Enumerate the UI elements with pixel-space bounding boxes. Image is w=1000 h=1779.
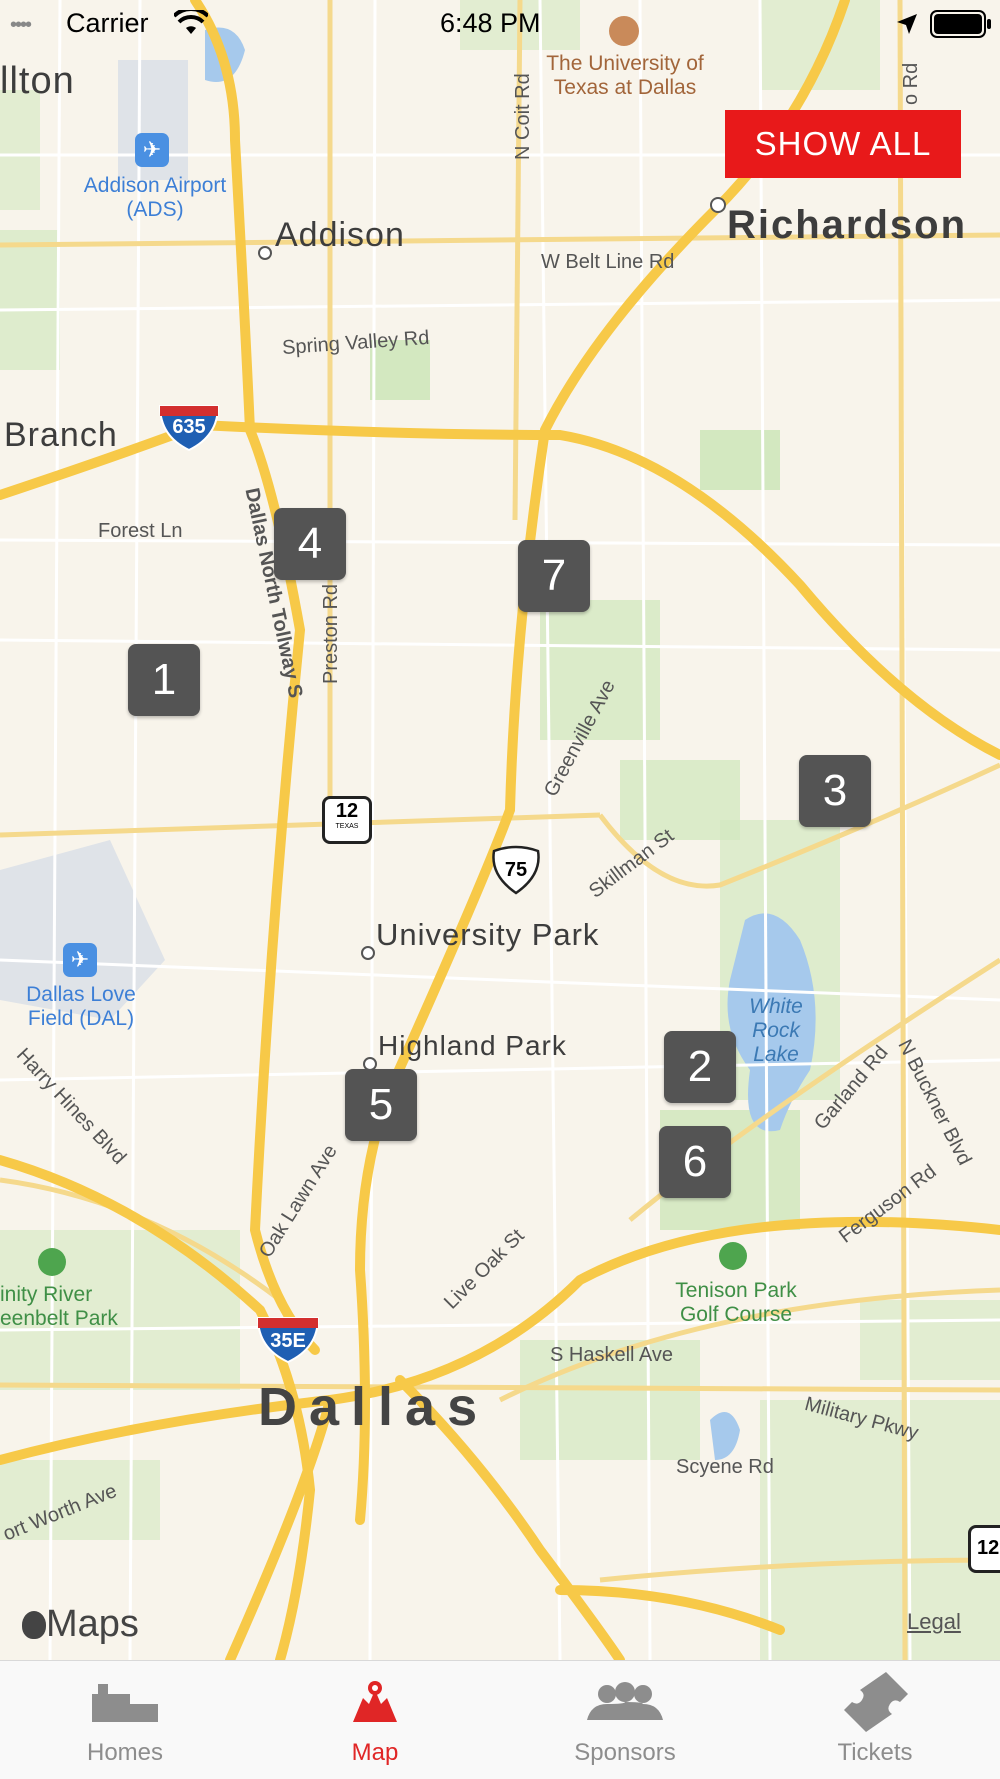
homes-icon (25, 1673, 225, 1731)
golf-icon (719, 1242, 747, 1275)
map-marker-3[interactable]: 3 (799, 755, 871, 827)
airport-icon: ✈ (63, 943, 97, 977)
tab-sponsors[interactable]: Sponsors (525, 1661, 725, 1779)
map-marker-4[interactable]: 4 (274, 508, 346, 580)
tx12-shield-icon: 12 TEXAS (322, 796, 372, 844)
tx12-edge-shield-icon: 12 (968, 1525, 1000, 1573)
street-forest-ln: Forest Ln (98, 520, 183, 542)
clock-label: 6:48 PM (440, 8, 541, 38)
sponsors-icon (525, 1673, 725, 1731)
tab-homes-label: Homes (86, 1739, 164, 1766)
poi-utd: The University of Texas at Dallas (546, 52, 704, 99)
street-preston: Preston Rd (320, 583, 342, 684)
wifi-icon (174, 10, 208, 34)
tickets-icon (775, 1672, 975, 1732)
city-label-addison: Addison (275, 216, 405, 254)
location-arrow-icon (897, 14, 917, 34)
map-marker-6[interactable]: 6 (659, 1126, 731, 1198)
tab-tickets[interactable]: Tickets (775, 1661, 975, 1779)
poi-white-rock-lake: White Rock Lake (749, 995, 803, 1066)
city-label-university-park: University Park (376, 917, 600, 952)
addison-dot-icon (258, 246, 272, 265)
tab-homes[interactable]: Homes (25, 1661, 225, 1779)
street-top-right: o Rd (900, 62, 922, 105)
map-view[interactable]: •••• Carrier 6:48 PM llton Addison Richa… (0, 0, 1000, 1660)
city-label-dallas: Dallas (258, 1377, 490, 1437)
poi-tenison: Tenison Park Golf Course (675, 1279, 797, 1326)
maps-attribution: Maps (22, 1603, 139, 1646)
tx12-edge-label: 12 (977, 1537, 1000, 1559)
university-park-dot-icon (361, 946, 375, 965)
map-marker-7[interactable]: 7 (518, 540, 590, 612)
legal-link[interactable]: Legal (907, 1609, 961, 1635)
poi-addison-airport: Addison Airport (ADS) (83, 174, 227, 221)
tx12-sub-label: TEXAS (335, 823, 359, 830)
richardson-dot-icon (710, 197, 726, 218)
us75-shield-icon: 75 (490, 845, 542, 900)
map-marker-5[interactable]: 5 (345, 1069, 417, 1141)
show-all-button[interactable]: SHOW ALL (725, 110, 961, 178)
tx12-label: 12 (335, 800, 359, 822)
tab-sponsors-label: Sponsors (574, 1739, 676, 1766)
maps-logo-text: Maps (46, 1603, 139, 1645)
tab-tickets-label: Tickets (837, 1739, 913, 1766)
i35e-label: 35E (270, 1330, 306, 1352)
street-w-belt-line: W Belt Line Rd (541, 251, 675, 273)
map-pin-icon (275, 1673, 475, 1731)
city-label-farmers-branch: Branch (4, 416, 118, 454)
poi-love-field: Dallas Love Field (DAL) (26, 983, 136, 1030)
us75-label: 75 (504, 859, 528, 881)
apple-logo-icon (22, 1611, 46, 1639)
tab-map[interactable]: Map (275, 1661, 475, 1779)
signal-dots-icon: •••• (10, 14, 32, 36)
street-scyene: Scyene Rd (676, 1456, 774, 1478)
tab-bar: Homes Map Sponsors Tickets (0, 1660, 1000, 1779)
park-icon (38, 1248, 66, 1281)
carrier-label: Carrier (66, 8, 149, 38)
battery-icon (930, 10, 991, 38)
map-marker-1[interactable]: 1 (128, 644, 200, 716)
status-bar: •••• Carrier 6:48 PM (0, 0, 1000, 48)
street-n-coit: N Coit Rd (512, 73, 534, 160)
university-icon (609, 16, 639, 51)
tab-map-label: Map (351, 1739, 399, 1766)
street-s-haskell: S Haskell Ave (550, 1344, 674, 1366)
i635-label: 635 (172, 416, 206, 438)
i35e-shield-icon: 35E (256, 1314, 320, 1369)
airport-icon: ✈ (135, 133, 169, 167)
poi-trinity-river: inity River eenbelt Park (0, 1283, 118, 1330)
city-label-richardson: Richardson (727, 203, 968, 247)
city-label-highland-park: Highland Park (378, 1030, 567, 1061)
city-label-carrollton: llton (0, 60, 75, 102)
map-marker-2[interactable]: 2 (664, 1031, 736, 1103)
i635-shield-icon: 635 (158, 402, 220, 457)
